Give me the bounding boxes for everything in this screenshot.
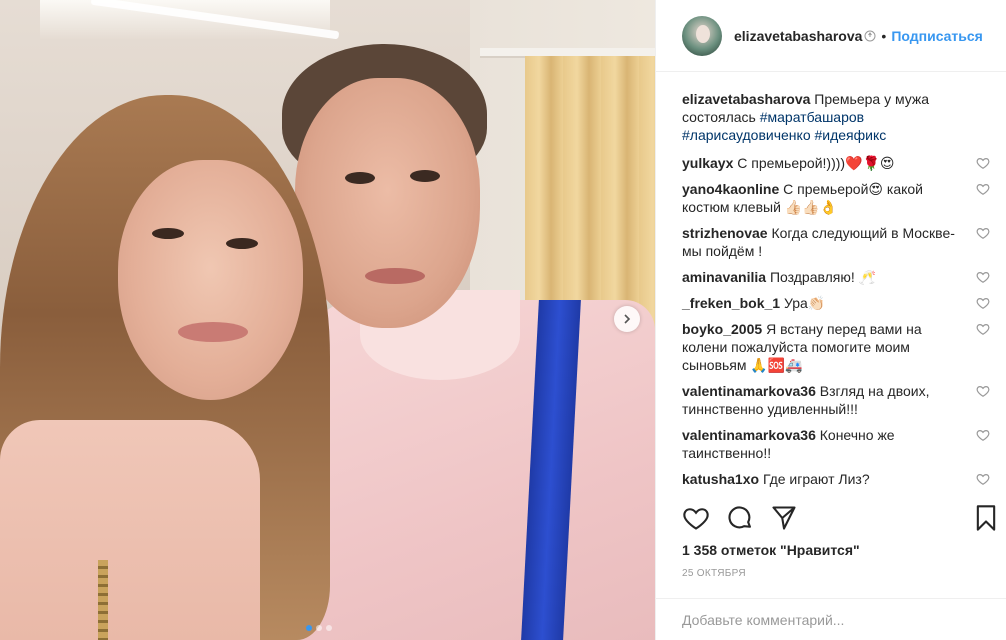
post-photo[interactable] [0,0,655,640]
comment-item: yano4kaonline С премьерой😍 какой костюм … [682,180,990,216]
header-separator: • [881,27,887,44]
photo-ceiling [40,0,330,40]
heart-icon[interactable] [976,182,990,196]
hashtag-link[interactable]: #идеяфикс [815,127,887,143]
heart-icon[interactable] [976,270,990,284]
carousel-indicator [306,625,332,631]
heart-icon[interactable] [976,156,990,170]
comment-username[interactable]: valentinamarkova36 [682,427,816,443]
likes-count[interactable]: 1 358 отметок "Нравится" [682,542,860,558]
bookmark-icon[interactable] [972,504,1000,532]
hashtag-link[interactable]: #ларисаудовиченко [682,127,811,143]
carousel-dot [326,625,332,631]
comment-item: katusha1xo Где играют Лиз? [682,470,990,488]
comment-username[interactable]: valentinamarkova36 [682,383,816,399]
hashtag-link[interactable]: #маратбашаров [760,109,864,125]
post-date[interactable]: 25 октября [682,568,746,579]
avatar-face [696,24,710,43]
comment-username[interactable]: strizhenovae [682,225,768,241]
photo-woman-eye [152,228,184,239]
avatar[interactable] [682,15,722,56]
photo-man-mouth [365,268,425,284]
photo-man-eye [410,170,440,182]
heart-icon[interactable] [976,296,990,310]
photo-man-eye [345,172,375,184]
comment-item: valentinamarkova36 Взгляд на двоих, тинн… [682,382,990,418]
chevron-right-icon [624,314,631,324]
comment-item: yulkayx С премьерой!))))❤️🌹😍 [682,154,990,172]
verified-icon [864,30,876,41]
comment-input[interactable] [682,611,962,628]
comment-username[interactable]: yano4kaonline [682,181,779,197]
carousel-dot [306,625,312,631]
photo-woman-eye [226,238,258,249]
comment-item: valentinamarkova36 Конечно же таинственн… [682,426,990,462]
post-actions [682,502,1000,534]
heart-icon[interactable] [976,322,990,336]
comment-username[interactable]: boyko_2005 [682,321,762,337]
comment-item: strizhenovae Когда следующий в Москве-мы… [682,224,990,260]
heart-icon[interactable] [682,504,710,532]
carousel-next-button[interactable] [614,306,640,332]
comment-username[interactable]: katusha1xo [682,471,759,487]
comment-item: aminavanilia Поздравляю! 🥂 [682,268,990,286]
photo-woman-face [118,160,303,400]
comment-text: Поздравляю! 🥂 [769,269,877,285]
heart-icon[interactable] [976,428,990,442]
header-username[interactable]: elizavetabasharova [734,28,862,44]
add-comment-bar [656,598,1006,640]
photo-woman-lips [178,322,248,342]
post-sidebar: elizavetabasharova • Подписаться elizave… [655,0,1006,640]
comment-username[interactable]: yulkayx [682,155,733,171]
caption-username[interactable]: elizavetabasharova [682,91,810,107]
comment-username[interactable]: aminavanilia [682,269,766,285]
heart-icon[interactable] [976,226,990,240]
heart-icon[interactable] [976,384,990,398]
comment-item: boyko_2005 Я встану перед вами на колени… [682,320,990,374]
comment-username[interactable]: _freken_bok_1 [682,295,780,311]
comment-text: Ура👏🏻 [783,295,826,311]
post-caption: elizavetabasharova Премьера у мужа состо… [682,90,990,144]
photo-bag-chain [98,560,108,640]
carousel-dot [316,625,322,631]
comment-text: Где играют Лиз? [762,471,870,487]
share-icon[interactable] [770,504,798,532]
post-header: elizavetabasharova • Подписаться [656,0,1006,72]
comment-text: С премьерой!))))❤️🌹😍 [737,155,895,171]
photo-sweater [0,420,260,640]
comment-icon[interactable] [726,504,754,532]
comment-item: _freken_bok_1 Ура👏🏻 [682,294,990,312]
comments-list: elizavetabasharova Премьера у мужа состо… [682,90,990,496]
heart-icon[interactable] [976,472,990,486]
follow-button[interactable]: Подписаться [891,28,983,44]
